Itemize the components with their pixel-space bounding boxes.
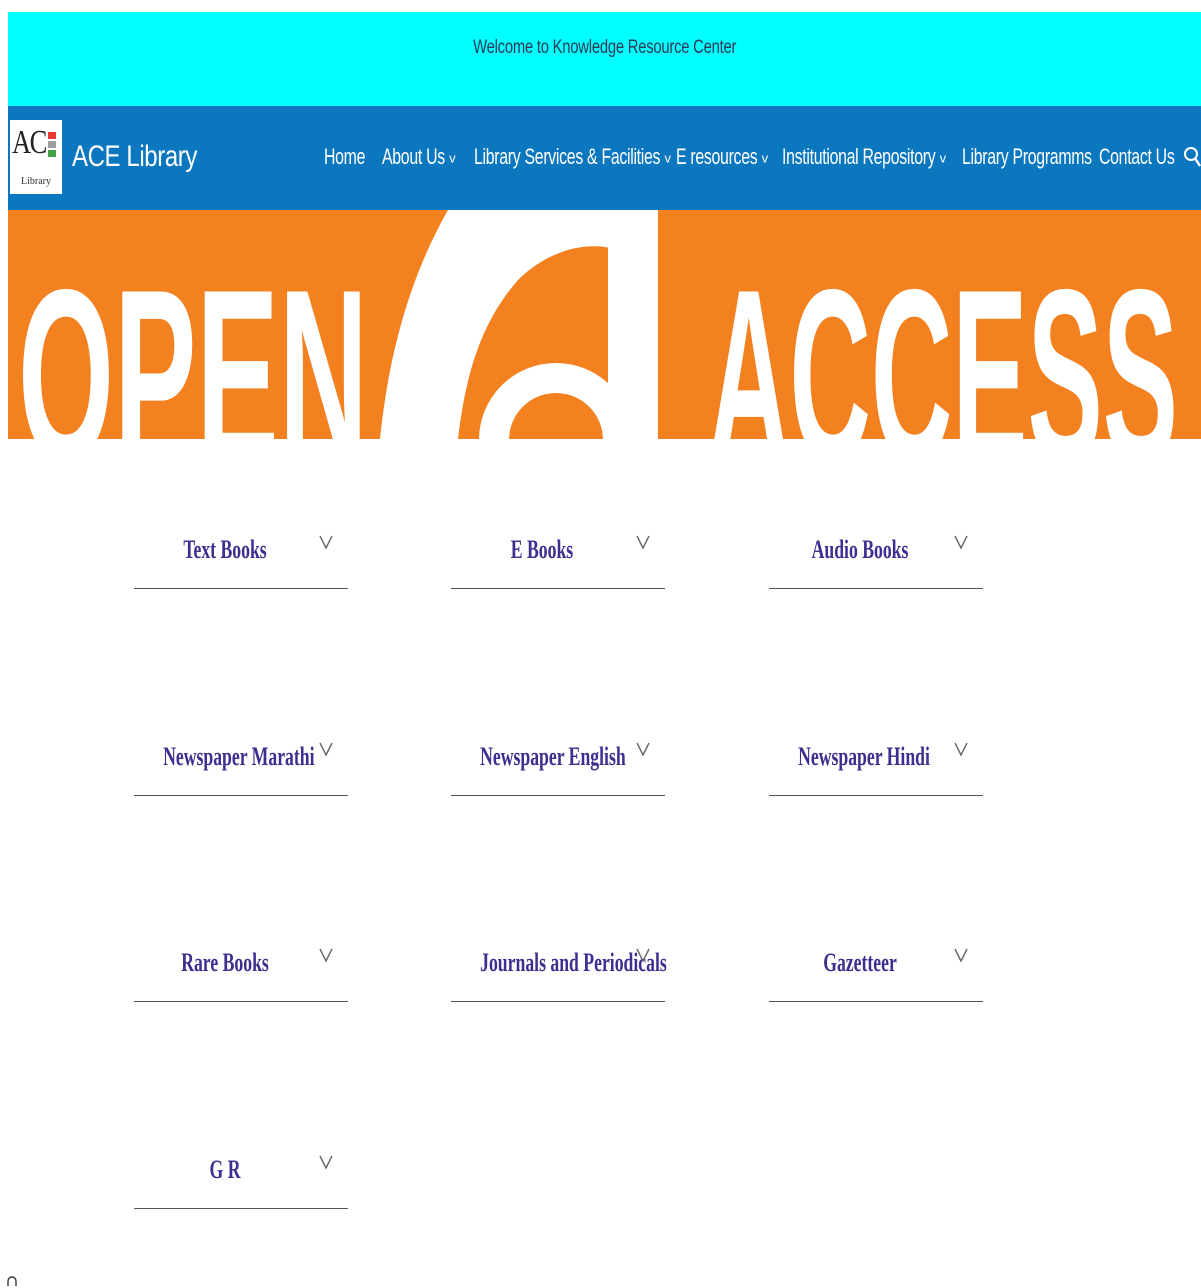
- site-header: AC Library ACE Library Home About Us v Li…: [8, 106, 1201, 210]
- chevron-down-icon: [319, 948, 333, 963]
- accordion-label: G R: [209, 1155, 241, 1184]
- welcome-text: Welcome to Knowledge Resource Center: [472, 37, 737, 58]
- accordion-rare-books[interactable]: Rare Books: [134, 948, 348, 1008]
- accordion-label: E Books: [510, 535, 574, 564]
- accordion-journals-periodicals[interactable]: Journals and Periodicals: [451, 948, 667, 1008]
- chevron-down-icon: [319, 742, 333, 757]
- chevron-down-icon: v: [939, 151, 946, 166]
- chevron-down-icon: [319, 535, 333, 550]
- chevron-down-icon: [319, 1155, 333, 1170]
- chevron-down-icon: [636, 535, 650, 550]
- logo-subtext: Library: [21, 176, 51, 187]
- accordion-newspaper-hindi[interactable]: Newspaper Hindi: [769, 742, 983, 802]
- accordion-label: Rare Books: [181, 948, 269, 977]
- nav-institutional-repository[interactable]: Institutional Repository v: [782, 144, 946, 174]
- accordion-divider: [134, 795, 348, 796]
- accordion-divider: [769, 588, 983, 589]
- accordion-divider: [134, 1001, 348, 1002]
- accordion-label: Newspaper Marathi: [163, 742, 315, 771]
- welcome-bar: Welcome to Knowledge Resource Center: [8, 12, 1201, 106]
- nav-institutional-repository-label: Institutional Repository: [782, 144, 936, 169]
- accordion-gazetteer[interactable]: Gazetteer: [769, 948, 983, 1008]
- open-access-banner: OPEN ACCESS: [8, 210, 1201, 439]
- nav-contact-us[interactable]: Contact Us: [1099, 144, 1175, 174]
- banner-word-access: ACCESS: [708, 238, 1178, 439]
- chevron-down-icon: [954, 742, 968, 757]
- nav-library-services[interactable]: Library Services & Facilities v: [474, 144, 671, 174]
- accordion-label: Newspaper English: [480, 742, 626, 771]
- accordion-divider: [134, 1208, 348, 1209]
- accordion-e-books[interactable]: E Books: [451, 535, 665, 595]
- chevron-down-icon: [636, 948, 650, 963]
- nav-contact-us-label: Contact Us: [1099, 144, 1175, 169]
- nav-e-resources-label: E resources: [676, 144, 758, 169]
- accordion-divider: [451, 795, 665, 796]
- accordion-divider: [451, 588, 665, 589]
- accordion-label: Newspaper Hindi: [798, 742, 930, 771]
- nav-library-programms[interactable]: Library Programms: [962, 144, 1092, 174]
- accordion-newspaper-marathi[interactable]: Newspaper Marathi: [134, 742, 348, 802]
- accordion-label: Audio Books: [811, 535, 909, 564]
- accordion-audio-books[interactable]: Audio Books: [769, 535, 983, 595]
- accordion-divider: [769, 795, 983, 796]
- nav-library-services-label: Library Services & Facilities: [474, 144, 661, 169]
- logo-bars-icon: [48, 132, 56, 159]
- chevron-down-icon: v: [449, 151, 456, 166]
- nav-home[interactable]: Home: [324, 144, 365, 174]
- accordion-newspaper-english[interactable]: Newspaper English: [451, 742, 665, 802]
- accordion-divider: [134, 588, 348, 589]
- nav-about-us-label: About Us: [382, 144, 445, 169]
- chevron-down-icon: [954, 948, 968, 963]
- logo-text: AC: [12, 124, 47, 161]
- nav-about-us[interactable]: About Us v: [382, 144, 456, 174]
- chevron-down-icon: [636, 742, 650, 757]
- search-icon[interactable]: [1183, 144, 1201, 170]
- chevron-down-icon: [954, 535, 968, 550]
- info-icon[interactable]: [5, 1274, 19, 1288]
- site-name[interactable]: ACE Library: [72, 140, 197, 174]
- chevron-down-icon: v: [664, 151, 671, 166]
- accordion-divider: [451, 1001, 665, 1002]
- accordion-g-r[interactable]: G R: [134, 1155, 348, 1215]
- banner-word-open: OPEN: [18, 238, 368, 439]
- site-logo[interactable]: AC Library: [10, 120, 62, 194]
- accordion-label: Journals and Periodicals: [480, 948, 667, 977]
- accordion-label: Text Books: [183, 535, 267, 564]
- nav-home-label: Home: [324, 144, 366, 169]
- nav-library-programms-label: Library Programms: [962, 144, 1092, 169]
- chevron-down-icon: v: [761, 151, 768, 166]
- nav-e-resources[interactable]: E resources v: [676, 144, 768, 174]
- open-access-logo: OPEN ACCESS: [18, 210, 1178, 439]
- accordion-text-books[interactable]: Text Books: [134, 535, 348, 595]
- accordion-label: Gazetteer: [823, 948, 897, 977]
- accordion-divider: [769, 1001, 983, 1002]
